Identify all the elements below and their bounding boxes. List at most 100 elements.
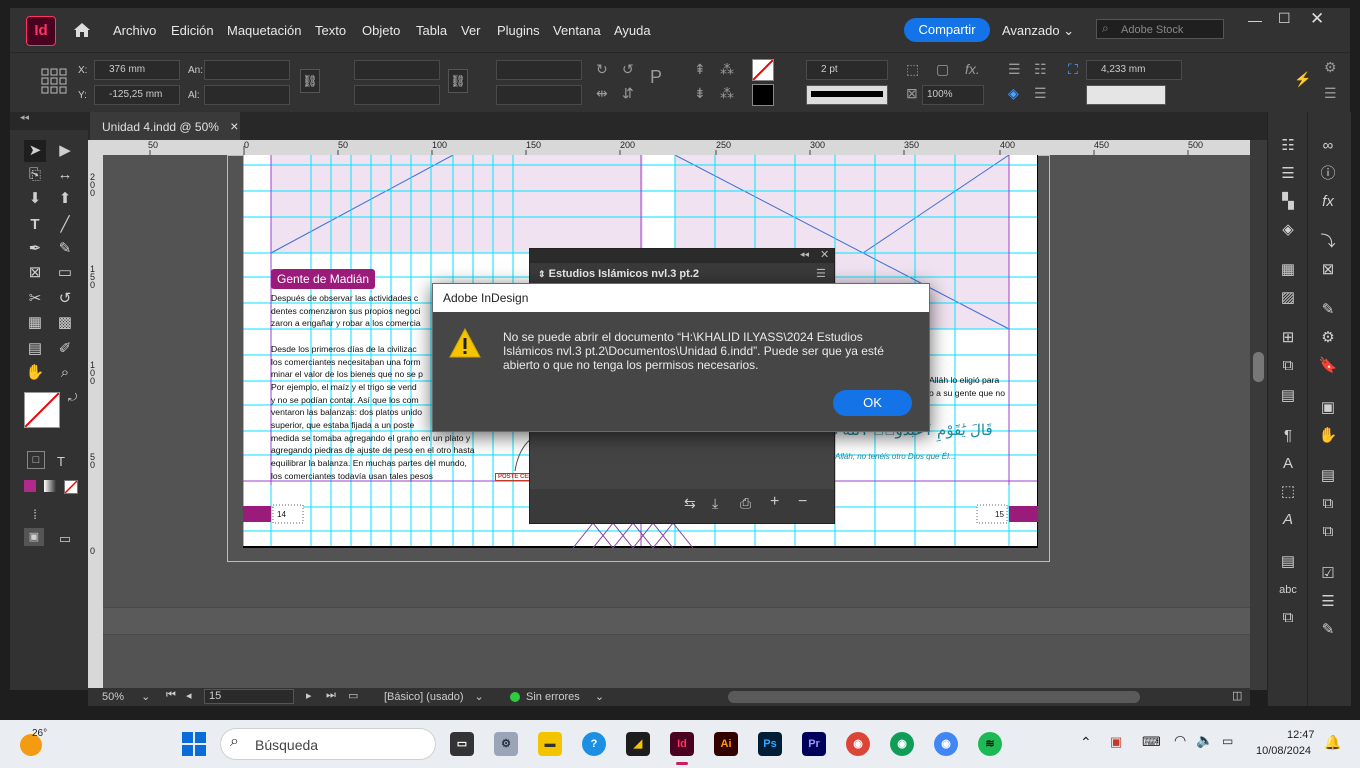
first-page-icon[interactable]: ⏮ [166,689,176,702]
menu-ver[interactable]: Ver [461,23,481,38]
menu-texto[interactable]: Texto [315,23,346,38]
file-explorer-icon[interactable]: ▬ [538,732,562,756]
frame-grid-icon[interactable]: ⁞ [24,504,46,526]
menu-archivo[interactable]: Archivo [113,23,156,38]
gap-tool-icon[interactable]: ↔ [54,164,76,186]
panel-menu-icon[interactable]: ☰ [816,267,826,280]
constrain-proportions-icon[interactable]: ⛓ [300,69,320,93]
rotation-field[interactable] [496,60,582,80]
zoom-level[interactable]: 50% ⌄ [102,690,150,703]
home-icon[interactable] [72,20,92,40]
pen-tool-icon[interactable]: ✒ [24,238,46,260]
scissors-tool-icon[interactable]: ✂ [24,288,46,310]
corner-options-icon[interactable]: ▢ [936,61,949,78]
premiere-taskbar-icon[interactable]: Pr [802,732,826,756]
keyboard-icon[interactable]: ⌨ [1142,734,1161,750]
help-app-icon[interactable]: ? [582,732,606,756]
next-page-icon[interactable]: ▸ [306,689,312,702]
fill-none-swatch[interactable] [752,59,774,81]
text-wrap-icon[interactable]: ☰ [1008,61,1021,78]
width-field[interactable] [204,60,290,80]
content-conveyor-icon[interactable]: ⤵ [1318,232,1338,252]
clock-time[interactable]: 12:47 [1287,729,1315,741]
menu-edicion[interactable]: Edición [171,23,214,38]
stroke-weight-field[interactable]: 2 pt [806,60,888,80]
synchronize-icon[interactable]: ⇆ [684,495,696,512]
photoshop-taskbar-icon[interactable]: Ps [758,732,782,756]
table-icon[interactable]: ▤ [1278,552,1298,572]
close-window-icon[interactable]: ✕ [1310,9,1324,29]
task-view-icon[interactable]: ▭ [450,732,474,756]
menu-icon[interactable]: ☰ [1324,85,1337,102]
index-icon[interactable]: ⧉ [1318,494,1338,514]
scripts-icon[interactable]: ✋ [1318,426,1338,446]
tray-app-icon[interactable]: ▣ [1110,734,1122,750]
select-previous-icon[interactable]: ⇟ [694,85,706,102]
scale-x-field[interactable] [354,60,440,80]
line-tool-icon[interactable]: ╱ [54,214,76,236]
object-style-select[interactable] [1086,85,1166,105]
menu-tabla[interactable]: Tabla [416,23,447,38]
cc-libraries-icon[interactable]: ▚ [1278,192,1298,212]
hand-tool-icon[interactable]: ✋ [24,362,46,384]
gradient-feather-tool-icon[interactable]: ▩ [54,312,76,334]
pages-icon[interactable]: ☰ [1278,164,1298,184]
collapse-panel-icon[interactable]: ◂◂ [800,249,809,260]
preflight-status[interactable]: Sin errores ⌄ [526,690,604,703]
add-document-icon[interactable]: + [770,493,779,511]
collapse-arrows-icon[interactable]: ◂◂ [20,112,29,123]
spotify-taskbar-icon[interactable]: ≋ [978,732,1002,756]
x-position-field[interactable]: 376 mm [94,60,180,80]
battery-icon[interactable]: ▭ [1222,734,1233,748]
previous-page-icon[interactable]: ◂ [186,689,192,702]
menu-plugins[interactable]: Plugins [497,23,540,38]
properties-icon[interactable]: ☷ [1278,136,1298,156]
start-button[interactable] [182,732,206,756]
fx-icon[interactable]: fx. [965,61,980,77]
gap-tool-icon[interactable]: ⛶ [1068,61,1078,78]
chrome-profile2-taskbar-icon[interactable]: ◉ [934,732,958,756]
tags-icon[interactable]: ⧉ [1318,522,1338,542]
normal-view-icon[interactable]: ▣ [24,528,44,546]
note-tool-icon[interactable]: ▤ [24,338,46,360]
notification-bell-icon[interactable]: 🔔 [1324,734,1341,751]
last-page-icon[interactable]: ⏭ [326,689,336,702]
adobe-stock-search-input[interactable]: Adobe Stock [1096,19,1224,39]
menu-maquetacion[interactable]: Maquetación [227,23,301,38]
rotate-tool-icon[interactable]: ↺ [54,288,76,310]
menu-objeto[interactable]: Objeto [362,23,400,38]
scroll-thumb[interactable] [1253,352,1264,382]
maximize-icon[interactable]: ☐ [1278,10,1291,27]
wifi-icon[interactable]: ◠ [1174,732,1186,749]
effects-icon[interactable]: fx [1318,192,1338,212]
swatches-icon[interactable]: ▦ [1278,260,1298,280]
stroke-swatch[interactable] [752,84,774,106]
flip-vertical-icon[interactable]: ⇵ [622,85,634,102]
eyedropper-tool-icon[interactable]: ✐ [54,338,76,360]
print-book-icon[interactable]: ⎙ [740,495,751,512]
type-tool-icon[interactable]: T [24,214,46,236]
rotate-ccw-icon[interactable]: ↺ [622,61,634,78]
story-editor-icon[interactable]: ✎ [1318,620,1338,640]
settings-icon[interactable]: ⚙ [1324,59,1337,76]
taskbar-search-input[interactable]: Búsqueda [220,728,436,760]
y-position-field[interactable]: -125,25 mm [94,85,180,105]
paragraph-icon[interactable]: ¶ [1278,426,1298,446]
opacity-field[interactable]: 100% [922,85,984,105]
notes-icon[interactable]: ☰ [1318,592,1338,612]
stroke-icon[interactable]: ⊠ [1318,260,1338,280]
autofit-icon[interactable]: ◈ [1008,85,1019,102]
table-styles-icon[interactable]: ▤ [1318,466,1338,486]
preflight-icon[interactable]: ☑ [1318,564,1338,584]
layers-icon[interactable]: ◈ [1278,220,1298,240]
sticky-notes-icon[interactable]: ◢ [626,732,650,756]
fill-swatch-icon[interactable] [24,392,60,428]
document-tab[interactable]: Unidad 4.indd @ 50% × [90,112,240,140]
chevron-up-icon[interactable]: ⌃ [1080,734,1092,751]
split-window-icon[interactable]: ◫ [1232,689,1242,702]
align-panel-icon[interactable]: ⊞ [1278,328,1298,348]
gap-field[interactable]: 4,233 mm [1086,60,1182,80]
content-collector-icon[interactable]: ⬇ [24,188,46,210]
gradient-swatch-tool-icon[interactable]: ▦ [24,312,46,334]
scale-y-field[interactable] [354,85,440,105]
